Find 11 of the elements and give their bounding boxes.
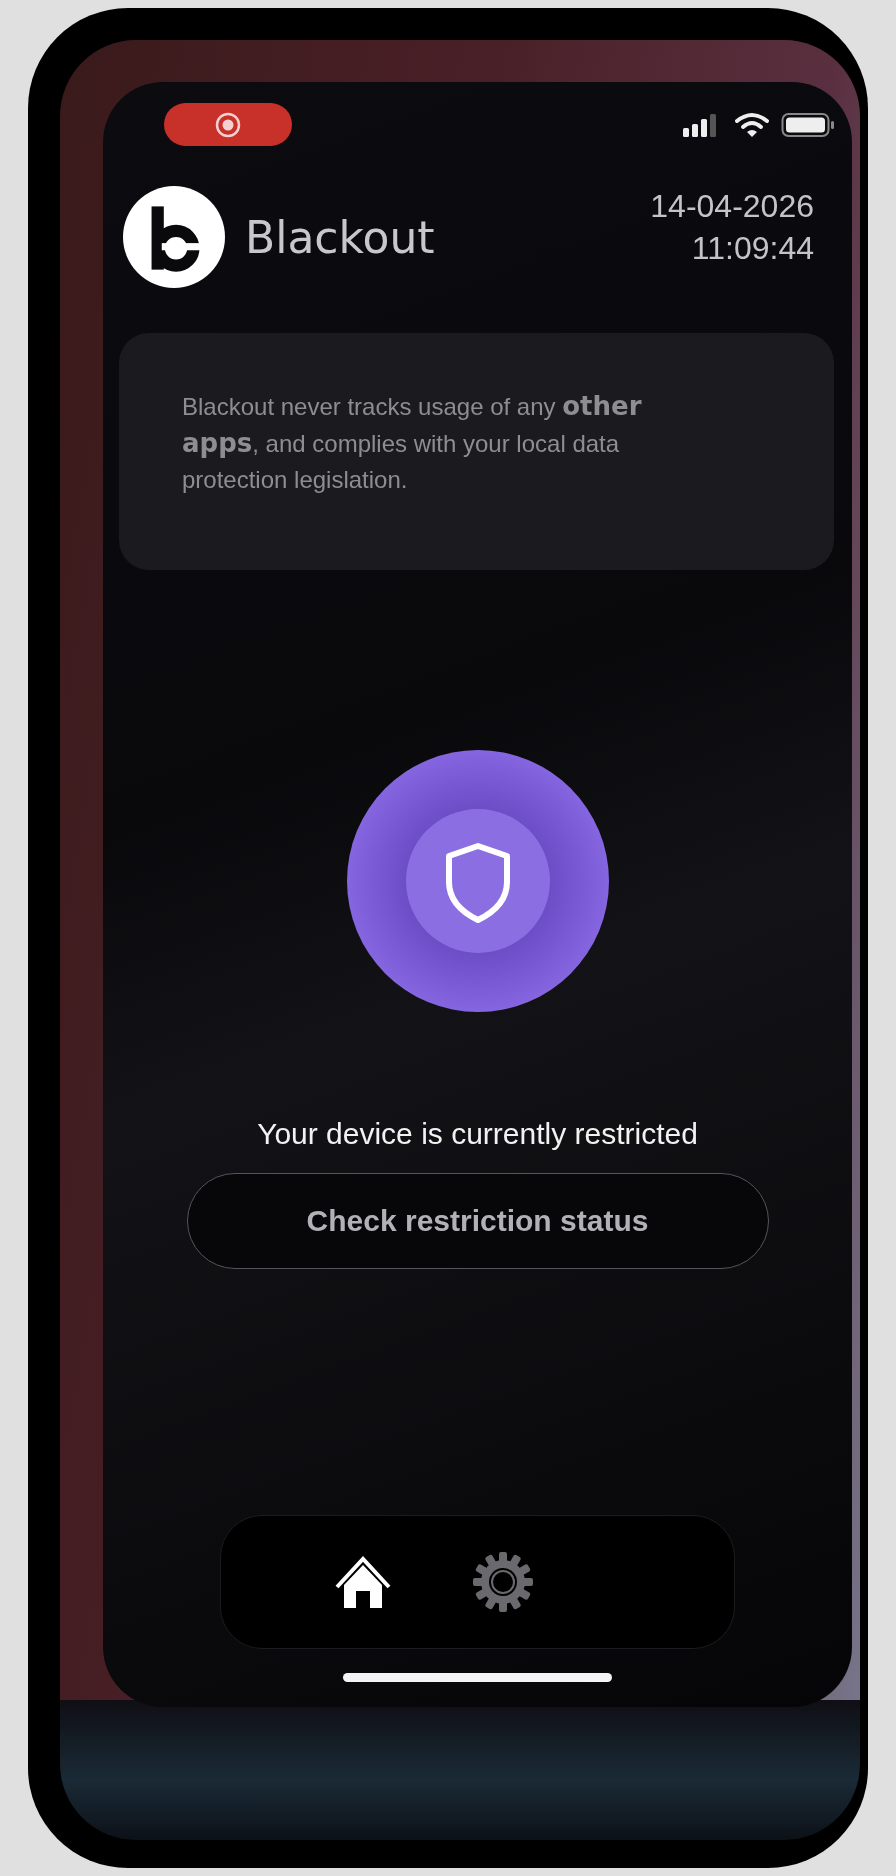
gear-icon	[472, 1552, 533, 1612]
time-label: 11:09:44	[691, 229, 814, 268]
check-status-button[interactable]: Check restriction status	[186, 1173, 769, 1269]
date-label: 14-04-2026	[650, 187, 814, 226]
shield-badge-icon	[346, 750, 609, 1012]
battery-icon	[781, 111, 835, 138]
logo-icon	[123, 186, 225, 288]
restriction-status: Your device is currently restricted	[256, 1117, 699, 1151]
privacy-notice: Blackout never tracks usage of any other apps, and complies with your local data protection legislation.	[182, 390, 643, 495]
wifi-icon	[735, 111, 769, 138]
app-title: Blackout	[245, 211, 435, 263]
